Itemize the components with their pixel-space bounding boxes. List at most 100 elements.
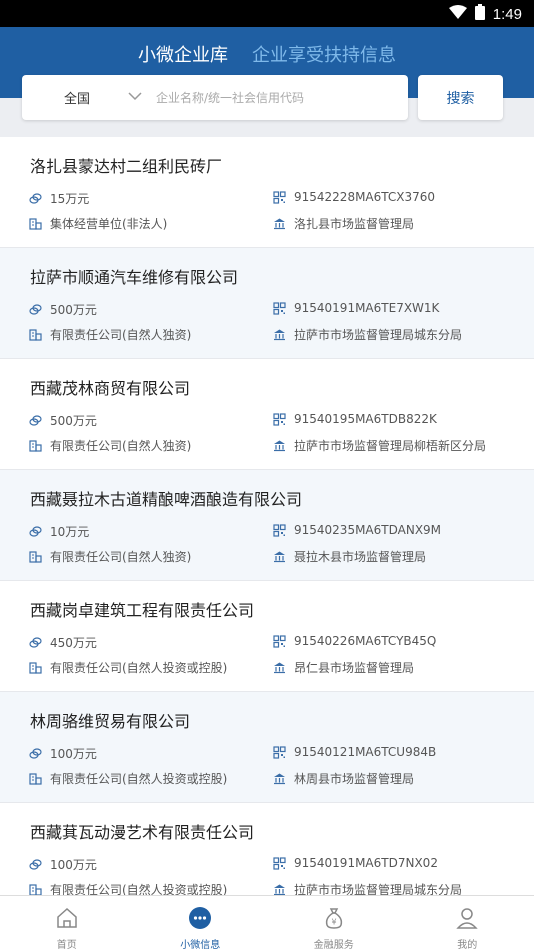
person-icon	[455, 906, 479, 934]
search-box: 全国	[22, 75, 408, 120]
company-name: 洛扎县蒙达村二组利民砖厂	[30, 157, 223, 176]
government-icon	[273, 439, 286, 452]
coins-icon	[29, 636, 42, 649]
government-icon	[273, 550, 286, 563]
government-icon	[273, 217, 286, 230]
government-icon	[273, 328, 286, 341]
credit-code-field: 91540121MA6TCU984B	[273, 745, 436, 759]
company-name: 西藏聂拉木古道精酿啤酒酿造有限公司	[30, 490, 303, 509]
registered-capital-field: 500万元	[29, 301, 97, 318]
company-card[interactable]: 洛扎县蒙达村二组利民砖厂 15万元集体经营单位(非法人) 91542228MA6TC…	[0, 137, 534, 248]
registration-authority-field: 林周县市场监督管理局	[273, 770, 414, 787]
nav-item-micro-info[interactable]: 小微信息	[134, 896, 268, 949]
company-type-value: 集体经营单位(非法人)	[50, 217, 168, 231]
company-card[interactable]: 西藏聂拉木古道精酿啤酒酿造有限公司 10万元有限责任公司(自然人独资) 915402…	[0, 470, 534, 581]
nav-item-home[interactable]: 首页	[0, 896, 134, 949]
registration-authority-field: 洛扎县市场监督管理局	[273, 215, 414, 232]
status-icons: 1:49	[448, 4, 522, 24]
company-type-field: 有限责任公司(自然人投资或控股)	[29, 659, 227, 676]
credit-code-value: 91540235MA6TDANX9M	[294, 523, 442, 537]
search-input[interactable]	[152, 90, 408, 105]
nav-label-micro-info: 小微信息	[180, 940, 221, 949]
qr-code-icon	[273, 745, 286, 759]
company-card[interactable]: 林周骆维贸易有限公司 100万元有限责任公司(自然人投资或控股) 91540121M…	[0, 692, 534, 803]
registration-authority-value: 拉萨市市场监督管理局柳梧新区分局	[294, 439, 487, 453]
money-bag-icon: ¥	[322, 906, 346, 934]
company-name: 西藏萁瓦动漫艺术有限责任公司	[30, 823, 255, 842]
credit-code-value: 91540191MA6TE7XW1K	[294, 301, 440, 315]
company-name: 林周骆维贸易有限公司	[30, 712, 191, 731]
company-card[interactable]: 西藏岗卓建筑工程有限责任公司 450万元 有限责任公司(自然人投资或控股) 91540…	[0, 581, 534, 692]
credit-code-value: 91540121MA6TCU984B	[294, 745, 437, 759]
tab-enterprise-library[interactable]: 小微企业库	[138, 39, 228, 69]
nav-label-mine: 我的	[457, 940, 478, 949]
building-icon	[29, 328, 42, 341]
credit-code-field: 91540191MA6TE7XW1K	[273, 301, 439, 315]
registered-capital-field: 15万元	[29, 190, 89, 207]
svg-text:¥: ¥	[331, 918, 336, 927]
government-icon	[273, 883, 286, 895]
region-select[interactable]: 全国	[22, 75, 152, 120]
bottom-nav: 首页 小微信息 ¥ 金融服务 我的	[0, 895, 534, 949]
coins-icon	[29, 525, 42, 538]
qr-code-icon	[273, 412, 286, 426]
company-card[interactable]: 西藏茂林商贸有限公司 500万元有限责任公司(自然人独资) 91540195MA6T…	[0, 359, 534, 470]
registration-authority-value: 拉萨市市场监督管理局城东分局	[294, 883, 463, 895]
status-bar: 1:49	[0, 0, 534, 27]
company-type-field: 有限责任公司(自然人投资或控股)	[29, 770, 227, 787]
credit-code-field: 91540191MA6TD7NX02	[273, 856, 438, 870]
company-card[interactable]: 拉萨市顺通汽车维修有限公司 500万元有限责任公司(自然人独资) 91540191M…	[0, 248, 534, 359]
tab-support-info[interactable]: 企业享受扶持信息	[252, 39, 396, 69]
registration-authority-value: 昂仁县市场监督管理局	[294, 661, 415, 675]
registered-capital-value: 100万元	[50, 747, 97, 761]
building-icon	[29, 883, 42, 895]
registered-capital-value: 100万元	[50, 858, 97, 872]
credit-code-value: 91540191MA6TD7NX02	[294, 856, 438, 870]
registered-capital-field: 100万元	[29, 745, 97, 762]
chevron-down-icon	[128, 90, 142, 105]
nav-label-home: 首页	[56, 940, 77, 949]
building-icon	[29, 439, 42, 452]
registration-authority-value: 林周县市场监督管理局	[294, 772, 415, 786]
nav-item-finance[interactable]: ¥ 金融服务	[267, 896, 401, 949]
credit-code-field: 91540195MA6TDB822K	[273, 412, 437, 426]
search-button[interactable]: 搜索	[418, 75, 503, 120]
company-type-value: 有限责任公司(自然人独资)	[50, 328, 192, 342]
coins-icon	[29, 858, 42, 871]
company-type-value: 有限责任公司(自然人独资)	[50, 439, 192, 453]
building-icon	[29, 217, 42, 230]
company-name: 拉萨市顺通汽车维修有限公司	[30, 268, 239, 287]
company-type-field: 有限责任公司(自然人投资或控股)	[29, 881, 227, 895]
registration-authority-field: 拉萨市市场监督管理局城东分局	[273, 881, 462, 895]
credit-code-value: 91540226MA6TCYB45Q	[294, 634, 437, 648]
company-type-value: 有限责任公司(自然人投资或控股)	[50, 883, 228, 895]
chat-dots-icon	[188, 906, 212, 934]
company-card[interactable]: 西藏萁瓦动漫艺术有限责任公司 100万元有限责任公司(自然人投资或控股) 91540…	[0, 803, 534, 895]
registered-capital-value: 500万元	[50, 303, 97, 317]
company-type-value: 有限责任公司(自然人投资或控股)	[50, 772, 228, 786]
registered-capital-field: 450万元	[29, 634, 97, 651]
nav-item-mine[interactable]: 我的	[401, 896, 534, 949]
qr-code-icon	[273, 523, 286, 537]
registered-capital-value: 10万元	[50, 525, 90, 539]
credit-code-field: 91542228MA6TCX3760	[273, 190, 435, 204]
registration-authority-value: 洛扎县市场监督管理局	[294, 217, 415, 231]
registration-authority-field: 昂仁县市场监督管理局	[273, 659, 414, 676]
region-select-value: 全国	[64, 92, 91, 107]
company-type-field: 有限责任公司(自然人独资)	[29, 437, 191, 454]
government-icon	[273, 772, 286, 785]
company-name: 西藏茂林商贸有限公司	[30, 379, 191, 398]
company-type-value: 有限责任公司(自然人独资)	[50, 550, 192, 564]
wifi-icon	[448, 4, 467, 24]
company-list: 洛扎县蒙达村二组利民砖厂 15万元集体经营单位(非法人) 91542228MA6TC…	[0, 137, 534, 895]
company-type-field: 有限责任公司(自然人独资)	[29, 548, 191, 565]
coins-icon	[29, 303, 42, 316]
battery-icon	[474, 4, 485, 24]
qr-code-icon	[273, 634, 286, 648]
building-icon	[29, 772, 42, 785]
registered-capital-value: 450万元	[50, 636, 97, 650]
registration-authority-field: 聂拉木县市场监督管理局	[273, 548, 426, 565]
building-icon	[29, 550, 42, 563]
company-type-field: 集体经营单位(非法人)	[29, 215, 167, 232]
registered-capital-field: 500万元	[29, 412, 97, 429]
